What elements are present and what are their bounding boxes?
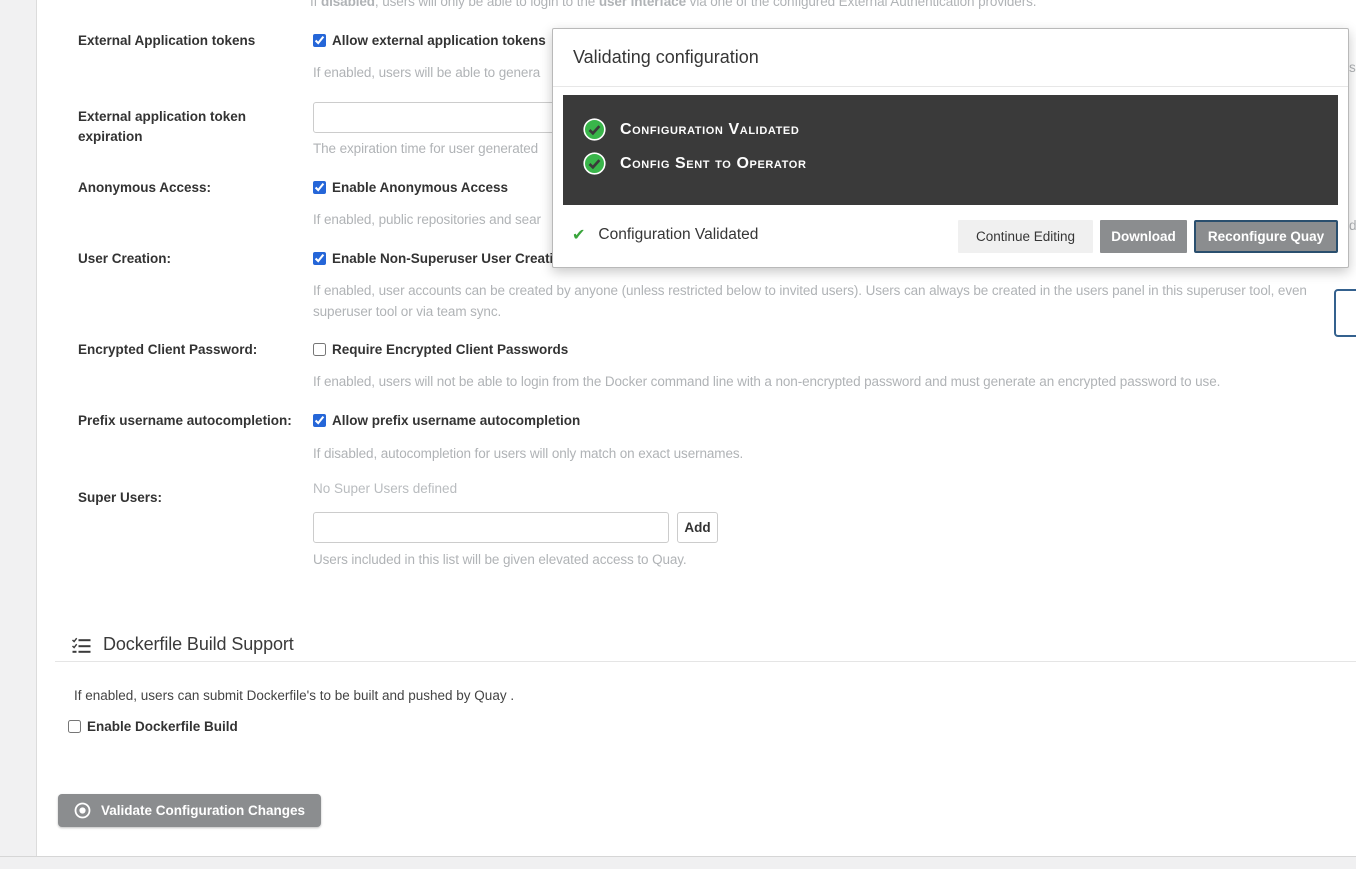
clipped-text-fragment-top: s xyxy=(1349,60,1356,75)
quay-config-page: If disabled, users will only be able to … xyxy=(0,0,1356,869)
prefix-autocompletion-help: If disabled, autocompletion for users wi… xyxy=(313,446,743,461)
validate-circle-icon xyxy=(74,802,91,819)
field-label-encrypted-password: Encrypted Client Password: xyxy=(78,340,308,360)
external-app-tokens-row: Allow external application tokens xyxy=(313,33,546,48)
modal-footer-status-text: Configuration Validated xyxy=(598,226,758,244)
allow-external-app-tokens-checkbox[interactable] xyxy=(313,34,326,47)
super-users-help: Users included in this list will be give… xyxy=(313,552,687,567)
validating-configuration-modal: Validating configuration Configuration V… xyxy=(552,28,1349,268)
success-check-circle-icon xyxy=(583,118,606,141)
download-button[interactable]: Download xyxy=(1100,220,1187,253)
token-expiration-label-line1: External application token xyxy=(78,107,308,127)
super-users-entry: Add xyxy=(313,512,718,543)
tasks-icon xyxy=(72,637,91,659)
super-users-empty-note: No Super Users defined xyxy=(313,481,457,496)
encrypted-password-help: If enabled, users will not be able to lo… xyxy=(313,374,1220,389)
require-encrypted-passwords-checkbox[interactable] xyxy=(313,343,326,356)
auth-help-seg1: If xyxy=(310,0,321,9)
section-divider xyxy=(55,661,1356,662)
user-creation-row: Enable Non-Superuser User Creati xyxy=(313,251,553,266)
enable-dockerfile-build-label: Enable Dockerfile Build xyxy=(87,719,238,734)
enable-user-creation-label: Enable Non-Superuser User Creati xyxy=(332,251,553,266)
enable-user-creation-checkbox[interactable] xyxy=(313,252,326,265)
field-label-prefix-autocompletion: Prefix username autocompletion: xyxy=(78,411,308,431)
dockerfile-section-title: Dockerfile Build Support xyxy=(103,634,294,655)
field-label-super-users: Super Users: xyxy=(78,488,308,508)
modal-title: Validating configuration xyxy=(573,47,759,68)
auth-help-bold-ui: user interface xyxy=(599,0,686,9)
auth-help-seg3: via one of the configured External Authe… xyxy=(686,0,1036,9)
user-creation-help-line1: If enabled, user accounts can be created… xyxy=(313,283,1307,298)
field-label-user-creation: User Creation: xyxy=(78,249,308,269)
auth-help-seg2: , users will only be able to login to th… xyxy=(375,0,599,9)
super-users-input[interactable] xyxy=(313,512,669,543)
dockerfile-build-row: Enable Dockerfile Build xyxy=(68,719,238,734)
modal-header-divider xyxy=(553,86,1348,87)
add-super-user-button[interactable]: Add xyxy=(677,512,718,543)
enable-anonymous-access-label: Enable Anonymous Access xyxy=(332,180,508,195)
field-label-token-expiration: External application token expiration xyxy=(78,107,308,147)
allow-prefix-autocompletion-checkbox[interactable] xyxy=(313,414,326,427)
reconfigure-quay-button[interactable]: Reconfigure Quay xyxy=(1194,220,1338,253)
field-label-anonymous-access: Anonymous Access: xyxy=(78,178,308,198)
enable-anonymous-access-checkbox[interactable] xyxy=(313,181,326,194)
check-icon: ✔ xyxy=(572,225,585,245)
allow-external-app-tokens-label: Allow external application tokens xyxy=(332,33,546,48)
prefix-autocompletion-row: Allow prefix username autocompletion xyxy=(313,413,580,428)
sidebar-rail xyxy=(0,0,37,869)
dockerfile-section-description: If enabled, users can submit Dockerfile'… xyxy=(74,688,514,703)
validation-status-panel: Configuration Validated Config Sent to O… xyxy=(563,95,1338,205)
encrypted-password-row: Require Encrypted Client Passwords xyxy=(313,342,568,357)
clipped-focused-element xyxy=(1334,289,1356,337)
token-expiration-label-line2: expiration xyxy=(78,127,308,147)
status-label-config-sent: Config Sent to Operator xyxy=(620,155,806,173)
auth-help-text: If disabled, users will only be able to … xyxy=(310,0,1036,9)
status-label-configuration-validated: Configuration Validated xyxy=(620,121,799,139)
external-app-tokens-help: If enabled, users will be able to genera xyxy=(313,65,540,80)
continue-editing-button[interactable]: Continue Editing xyxy=(958,220,1093,253)
enable-dockerfile-build-checkbox[interactable] xyxy=(68,720,81,733)
require-encrypted-passwords-label: Require Encrypted Client Passwords xyxy=(332,342,568,357)
token-expiration-help: The expiration time for user generated xyxy=(313,141,538,156)
status-row-configuration-validated: Configuration Validated xyxy=(583,118,799,141)
anonymous-access-row: Enable Anonymous Access xyxy=(313,180,508,195)
anonymous-access-help: If enabled, public repositories and sear xyxy=(313,212,541,227)
success-check-circle-icon xyxy=(583,152,606,175)
modal-footer-status: ✔ Configuration Validated xyxy=(572,225,758,245)
status-row-config-sent: Config Sent to Operator xyxy=(583,152,806,175)
validate-button-label: Validate Configuration Changes xyxy=(101,803,305,818)
page-footer-strip xyxy=(0,856,1356,869)
allow-prefix-autocompletion-label: Allow prefix username autocompletion xyxy=(332,413,580,428)
clipped-text-fragment-bottom: d xyxy=(1349,218,1356,233)
auth-help-bold-disabled: disabled xyxy=(321,0,375,9)
user-creation-help-line2: superuser tool or via team sync. xyxy=(313,304,501,319)
validate-configuration-button[interactable]: Validate Configuration Changes xyxy=(58,794,321,827)
field-label-external-app-tokens: External Application tokens xyxy=(78,31,308,51)
